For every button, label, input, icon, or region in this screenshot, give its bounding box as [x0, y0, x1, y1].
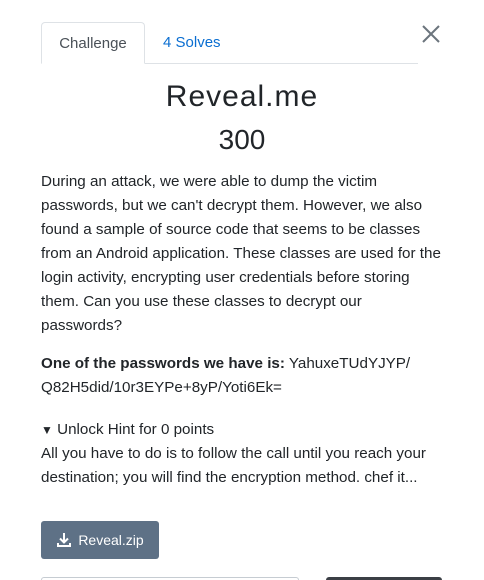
download-file-button[interactable]: Reveal.zip: [41, 521, 159, 559]
close-icon: [422, 25, 440, 43]
challenge-tabs: Challenge 4 Solves: [41, 22, 418, 64]
description-text: During an attack, we were able to dump t…: [41, 173, 441, 334]
download-icon: [57, 533, 72, 547]
password-line: One of the passwords we have is: YahuxeT…: [41, 352, 441, 400]
challenge-description: During an attack, we were able to dump t…: [41, 170, 441, 338]
tab-solves[interactable]: 4 Solves: [147, 22, 237, 63]
tab-challenge[interactable]: Challenge: [41, 22, 145, 64]
download-file-label: Reveal.zip: [78, 532, 144, 548]
caret-down-icon: ▼: [41, 423, 53, 437]
password-label: One of the passwords we have is:: [41, 355, 285, 372]
unlock-hint-toggle[interactable]: ▼ Unlock Hint for 0 points: [41, 418, 214, 442]
challenge-title: Reveal.me: [165, 80, 319, 113]
unlock-hint-label: Unlock Hint for 0 points: [57, 421, 215, 438]
hint-text: All you have to do is to follow the call…: [41, 445, 426, 486]
challenge-points: 300: [218, 124, 266, 155]
close-button[interactable]: [419, 22, 443, 46]
